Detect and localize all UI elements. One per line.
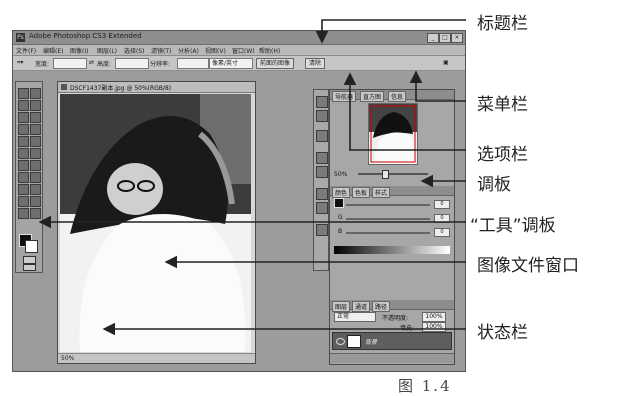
callout-options-bar: 选项栏 xyxy=(477,145,528,165)
callout-status-bar: 状态栏 xyxy=(477,323,528,343)
arrow-title-bar xyxy=(315,19,466,44)
callout-toolbox: “工具”调板 xyxy=(470,216,556,236)
callout-menu-bar: 菜单栏 xyxy=(477,95,528,115)
callout-document-window: 图像文件窗口 xyxy=(477,256,579,276)
callout-arrows xyxy=(38,19,466,336)
arrow-menu-bar xyxy=(409,70,466,102)
arrow-options-bar xyxy=(343,72,466,151)
callout-title-bar: 标题栏 xyxy=(477,14,528,34)
callout-panels: 调板 xyxy=(477,175,511,195)
